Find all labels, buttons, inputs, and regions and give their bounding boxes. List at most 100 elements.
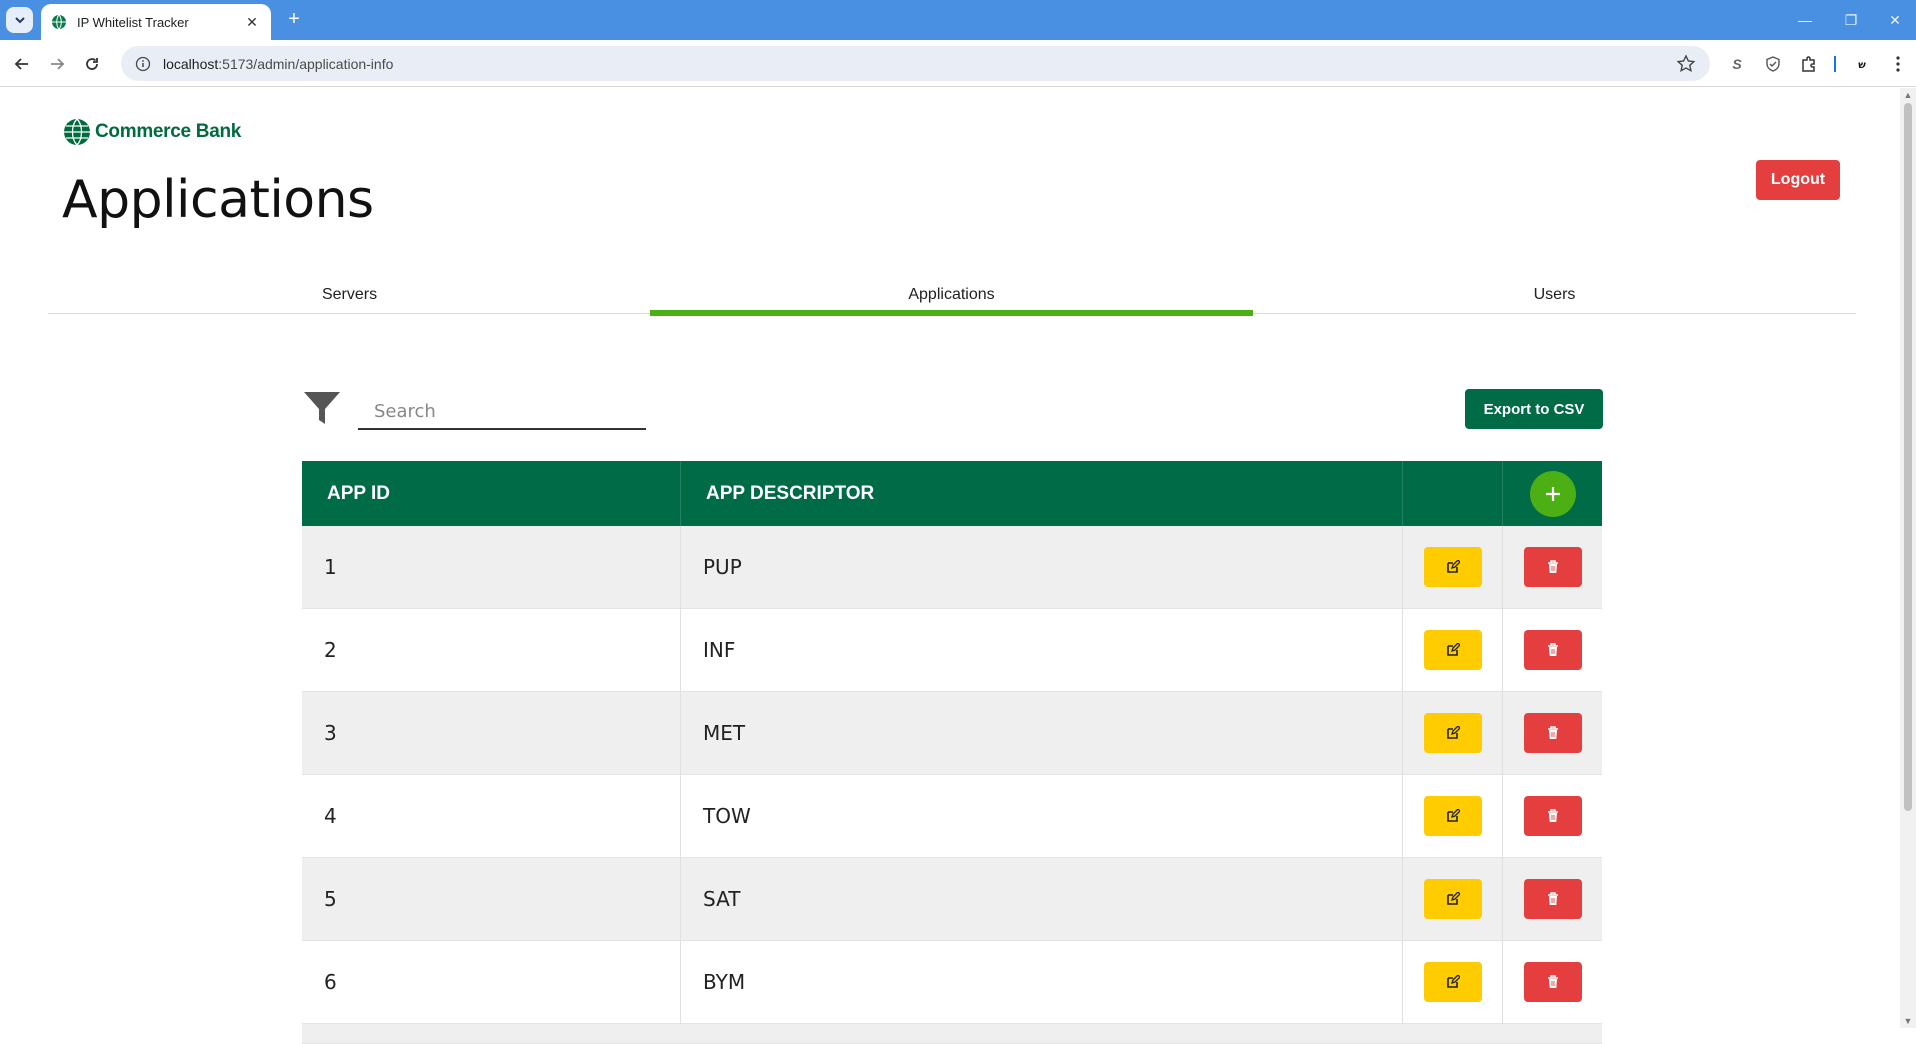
star-icon[interactable]	[1676, 53, 1696, 74]
scroll-down-icon[interactable]: ▼	[1903, 1016, 1913, 1026]
url-host: localhost	[163, 55, 219, 72]
app-descriptor-cell: INF	[681, 608, 1403, 692]
scroll-up-icon[interactable]: ▲	[1903, 90, 1913, 100]
delete-button[interactable]	[1523, 962, 1582, 1002]
tab-search-button[interactable]	[6, 7, 33, 33]
column-header-app-id: APP ID	[302, 461, 681, 526]
table-row: 3 MET	[302, 691, 1602, 775]
edit-icon	[1446, 560, 1460, 573]
edit-button[interactable]	[1423, 713, 1482, 753]
browser-menu-button[interactable]	[1887, 53, 1909, 75]
delete-cell	[1503, 692, 1602, 775]
extension-s-button[interactable]: S	[1726, 53, 1748, 75]
add-application-button[interactable]	[1529, 470, 1576, 517]
scrollbar-thumb[interactable]	[1904, 103, 1912, 811]
forward-button[interactable]	[45, 52, 69, 76]
edit-cell	[1403, 691, 1503, 775]
edit-button[interactable]	[1423, 630, 1482, 670]
tab-users[interactable]: Users	[1253, 286, 1856, 314]
extensions-button[interactable]	[1798, 53, 1820, 75]
app-id-cell: 5	[302, 857, 681, 941]
nav-tabs: Servers Applications Users	[48, 286, 1856, 316]
column-header-edit	[1403, 461, 1503, 526]
restore-button[interactable]: ❐	[1828, 0, 1874, 40]
new-tab-button[interactable]: +	[282, 8, 306, 32]
back-button[interactable]	[10, 52, 34, 76]
chevron-down-icon	[14, 17, 25, 24]
trash-icon	[1547, 560, 1558, 573]
forward-icon	[51, 58, 65, 70]
logout-button[interactable]: Logout	[1756, 160, 1840, 200]
trash-icon	[1547, 892, 1558, 905]
app-descriptor-cell: TOW	[681, 774, 1403, 858]
minimize-button[interactable]: —	[1782, 0, 1828, 40]
export-csv-button[interactable]: Export to CSV	[1465, 389, 1603, 429]
trash-icon	[1547, 809, 1558, 822]
reload-icon	[86, 58, 98, 70]
tab-applications[interactable]: Applications	[650, 286, 1253, 316]
tab-title: IP Whitelist Tracker	[77, 14, 189, 30]
applications-table: APP ID APP DESCRIPTOR 1 PUP 2 INF 3 MET	[302, 461, 1602, 1044]
delete-button[interactable]	[1523, 547, 1582, 587]
delete-cell	[1503, 775, 1602, 858]
shield-icon	[1766, 56, 1780, 72]
url-path: :5173/admin/application-info	[218, 55, 394, 72]
delete-button[interactable]	[1523, 796, 1582, 836]
back-icon	[14, 58, 28, 70]
delete-cell	[1503, 609, 1602, 692]
edit-button[interactable]	[1423, 962, 1482, 1002]
puzzle-icon	[1802, 56, 1815, 72]
window-close-button[interactable]: ✕	[1874, 0, 1916, 40]
edit-icon	[1446, 643, 1460, 656]
app-id-cell: 3	[302, 691, 681, 775]
plus-icon	[1545, 486, 1560, 501]
extension-label: S	[1732, 56, 1742, 72]
close-icon[interactable]: ✕	[243, 14, 261, 31]
edit-button[interactable]	[1423, 796, 1482, 836]
svg-text:ש: ש	[1858, 60, 1866, 71]
app-id-cell: 1	[302, 525, 681, 609]
search-input[interactable]	[358, 394, 646, 430]
edit-cell	[1403, 525, 1503, 609]
table-row: 4 TOW	[302, 774, 1602, 858]
table-row: 2 INF	[302, 608, 1602, 692]
filter-icon[interactable]	[302, 388, 342, 428]
page-scrollbar[interactable]: ▲ ▼	[1900, 88, 1916, 1028]
edit-button[interactable]	[1423, 879, 1482, 919]
edit-icon	[1446, 809, 1460, 822]
app-id-cell: 6	[302, 940, 681, 1024]
browser-tab[interactable]: IP Whitelist Tracker ✕	[41, 4, 271, 40]
info-icon[interactable]	[135, 56, 151, 72]
profile-button[interactable]: ש	[1851, 53, 1873, 75]
globe-icon	[52, 14, 66, 30]
url-text[interactable]: localhost:5173/admin/application-info	[163, 56, 1676, 72]
edit-icon	[1446, 726, 1460, 739]
toolbar-divider	[1834, 56, 1836, 72]
column-header-add	[1503, 461, 1602, 526]
table-header: APP ID APP DESCRIPTOR	[302, 461, 1602, 526]
edit-cell	[1403, 774, 1503, 858]
tab-servers[interactable]: Servers	[48, 286, 651, 314]
trash-icon	[1547, 726, 1558, 739]
edit-button[interactable]	[1423, 547, 1482, 587]
profile-icon: ש	[1854, 56, 1870, 72]
page-content: Commerce Bank Applications Logout Server…	[0, 88, 1900, 1044]
app-descriptor-cell: BYM	[681, 940, 1403, 1024]
delete-button[interactable]	[1523, 630, 1582, 670]
app-descriptor-cell: PUP	[681, 525, 1403, 609]
delete-button[interactable]	[1523, 879, 1582, 919]
trash-icon	[1547, 975, 1558, 988]
address-bar[interactable]: localhost:5173/admin/application-info	[121, 46, 1710, 81]
delete-cell	[1503, 526, 1602, 609]
minimize-icon: —	[1798, 12, 1812, 28]
delete-cell	[1503, 858, 1602, 941]
reload-button[interactable]	[80, 52, 104, 76]
browser-tab-bar: IP Whitelist Tracker ✕ + — ❐ ✕	[0, 0, 1916, 40]
app-descriptor-cell: SAT	[681, 857, 1403, 941]
globe-logo-icon	[64, 118, 90, 146]
shield-extension-button[interactable]	[1762, 53, 1784, 75]
browser-toolbar: localhost:5173/admin/application-info S …	[0, 40, 1916, 87]
delete-button[interactable]	[1523, 713, 1582, 753]
app-id-cell: 2	[302, 608, 681, 692]
app-id-cell: 4	[302, 774, 681, 858]
